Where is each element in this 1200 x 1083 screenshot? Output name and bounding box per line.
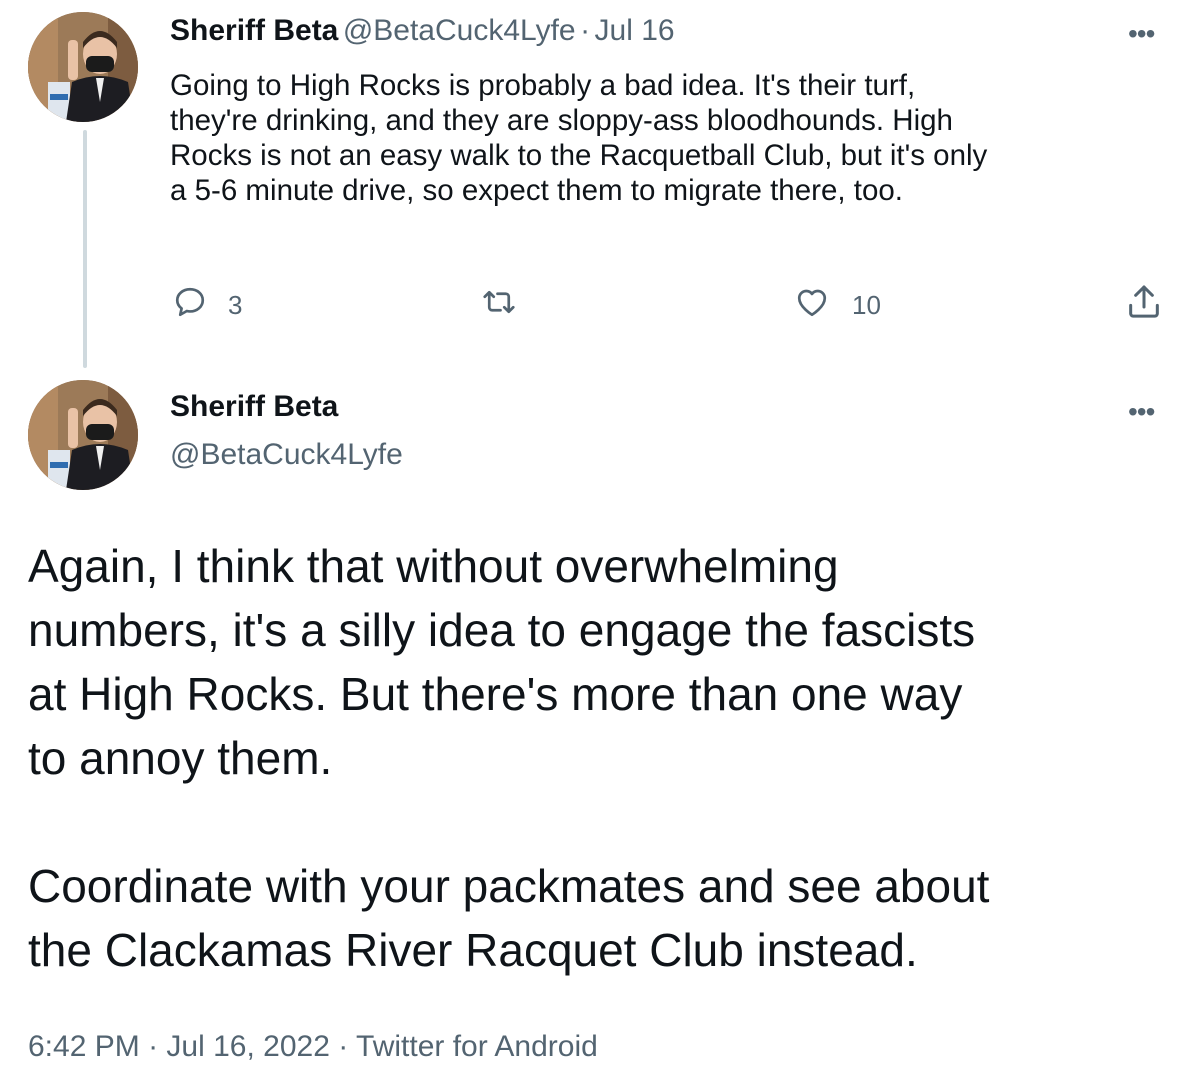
tweet1-text: Going to High Rocks is probably a bad id…	[170, 69, 988, 207]
reply-icon	[172, 284, 208, 327]
more-icon[interactable]: •••	[1128, 20, 1155, 48]
separator: ·	[338, 1030, 349, 1063]
handle[interactable]: @BetaCuck4Lyfe	[343, 14, 576, 47]
tweet-date[interactable]: Jul 16	[595, 14, 675, 47]
share-button[interactable]	[1124, 282, 1164, 327]
reply-count: 3	[228, 290, 243, 320]
tweet-date[interactable]: Jul 16, 2022	[166, 1030, 329, 1063]
tweet-source[interactable]: Twitter for Android	[356, 1030, 598, 1063]
tweet2-text: Again, I think that without overwhelming…	[28, 540, 990, 976]
display-name[interactable]: Sheriff Beta	[170, 390, 338, 424]
tweet-time[interactable]: 6:42 PM	[28, 1030, 140, 1063]
tweet-meta: 6:42 PM · Jul 16, 2022 · Twitter for And…	[28, 1030, 598, 1064]
tweet1-header: Sheriff Beta @BetaCuck4Lyfe · Jul 16	[170, 14, 675, 48]
display-name[interactable]: Sheriff Beta	[170, 14, 338, 47]
more-icon[interactable]: •••	[1128, 398, 1155, 426]
retweet-button[interactable]	[480, 284, 538, 327]
avatar[interactable]	[28, 12, 138, 122]
like-icon	[792, 284, 832, 327]
share-icon	[1124, 285, 1164, 326]
like-button[interactable]: 10	[792, 284, 881, 327]
reply-button[interactable]: 3	[172, 284, 242, 327]
thread-line	[83, 130, 87, 368]
separator: ·	[580, 14, 591, 47]
handle[interactable]: @BetaCuck4Lyfe	[170, 438, 403, 472]
like-count: 10	[852, 290, 881, 320]
retweet-icon	[480, 284, 518, 327]
avatar[interactable]	[28, 380, 138, 490]
separator: ·	[148, 1030, 159, 1063]
